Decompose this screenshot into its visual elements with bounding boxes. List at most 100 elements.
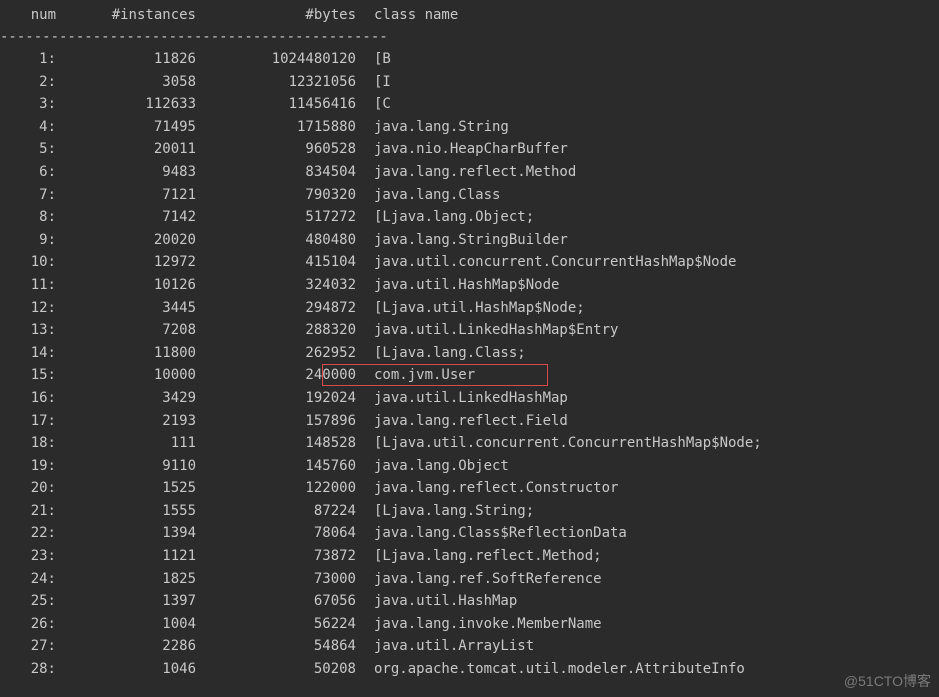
cell-instances: 71495 (56, 116, 196, 139)
cell-instances: 7208 (56, 319, 196, 342)
cell-bytes: 517272 (196, 206, 356, 229)
cell-instances: 111 (56, 432, 196, 455)
cell-num: 20: (0, 477, 56, 500)
table-row: 14:11800262952[Ljava.lang.Class; (0, 342, 939, 365)
cell-classname: [Ljava.util.concurrent.ConcurrentHashMap… (356, 432, 762, 455)
table-row: 1:118261024480120[B (0, 48, 939, 71)
table-row: 10:12972415104java.util.concurrent.Concu… (0, 251, 939, 274)
cell-bytes: 73872 (196, 545, 356, 568)
cell-num: 12: (0, 297, 56, 320)
cell-instances: 2286 (56, 635, 196, 658)
cell-bytes: 960528 (196, 138, 356, 161)
cell-num: 21: (0, 500, 56, 523)
table-row: 2:305812321056[I (0, 71, 939, 94)
cell-bytes: 145760 (196, 455, 356, 478)
cell-bytes: 78064 (196, 522, 356, 545)
cell-instances: 1394 (56, 522, 196, 545)
cell-instances: 3429 (56, 387, 196, 410)
table-row: 17:2193157896java.lang.reflect.Field (0, 410, 939, 433)
cell-instances: 20011 (56, 138, 196, 161)
table-row: 8:7142517272[Ljava.lang.Object; (0, 206, 939, 229)
cell-num: 9: (0, 229, 56, 252)
cell-classname: java.lang.Class$ReflectionData (356, 522, 627, 545)
cell-classname: java.lang.String (356, 116, 509, 139)
cell-num: 1: (0, 48, 56, 71)
table-row: 11:10126324032java.util.HashMap$Node (0, 274, 939, 297)
header-classname: class name (356, 4, 458, 26)
cell-bytes: 480480 (196, 229, 356, 252)
cell-classname: [C (356, 93, 391, 116)
cell-bytes: 834504 (196, 161, 356, 184)
cell-classname: java.util.LinkedHashMap$Entry (356, 319, 618, 342)
cell-num: 6: (0, 161, 56, 184)
cell-bytes: 1024480120 (196, 48, 356, 71)
cell-num: 24: (0, 568, 56, 591)
cell-num: 7: (0, 184, 56, 207)
cell-bytes: 11456416 (196, 93, 356, 116)
cell-bytes: 415104 (196, 251, 356, 274)
watermark: @51CTO博客 (844, 671, 931, 691)
cell-bytes: 294872 (196, 297, 356, 320)
cell-num: 3: (0, 93, 56, 116)
cell-bytes: 790320 (196, 184, 356, 207)
cell-instances: 3445 (56, 297, 196, 320)
cell-classname: [I (356, 71, 391, 94)
table-row: 23:112173872[Ljava.lang.reflect.Method; (0, 545, 939, 568)
table-row: 28:104650208org.apache.tomcat.util.model… (0, 658, 939, 681)
table-row: 6:9483834504java.lang.reflect.Method (0, 161, 939, 184)
cell-classname: java.util.HashMap (356, 590, 517, 613)
cell-num: 28: (0, 658, 56, 681)
cell-bytes: 262952 (196, 342, 356, 365)
cell-instances: 1004 (56, 613, 196, 636)
cell-instances: 7142 (56, 206, 196, 229)
cell-classname: java.lang.StringBuilder (356, 229, 568, 252)
cell-classname: [Ljava.lang.Object; (356, 206, 534, 229)
cell-num: 4: (0, 116, 56, 139)
cell-num: 27: (0, 635, 56, 658)
table-row: 16:3429192024java.util.LinkedHashMap (0, 387, 939, 410)
cell-instances: 1046 (56, 658, 196, 681)
cell-num: 17: (0, 410, 56, 433)
cell-instances: 2193 (56, 410, 196, 433)
cell-classname: java.util.concurrent.ConcurrentHashMap$N… (356, 251, 736, 274)
cell-bytes: 73000 (196, 568, 356, 591)
table-row: 19:9110145760java.lang.Object (0, 455, 939, 478)
cell-bytes: 288320 (196, 319, 356, 342)
cell-num: 16: (0, 387, 56, 410)
cell-instances: 1121 (56, 545, 196, 568)
cell-num: 25: (0, 590, 56, 613)
cell-num: 23: (0, 545, 56, 568)
cell-num: 19: (0, 455, 56, 478)
table-row: 3:11263311456416[C (0, 93, 939, 116)
cell-instances: 11826 (56, 48, 196, 71)
separator: ----------------------------------------… (0, 26, 939, 48)
cell-num: 18: (0, 432, 56, 455)
cell-bytes: 122000 (196, 477, 356, 500)
table-row: 4:714951715880java.lang.String (0, 116, 939, 139)
cell-bytes: 54864 (196, 635, 356, 658)
terminal-output: num#instances#bytesclass name ----------… (0, 0, 939, 681)
cell-bytes: 1715880 (196, 116, 356, 139)
cell-classname: java.lang.reflect.Constructor (356, 477, 618, 500)
cell-classname: [Ljava.util.HashMap$Node; (356, 297, 585, 320)
cell-classname: [Ljava.lang.String; (356, 500, 534, 523)
cell-bytes: 50208 (196, 658, 356, 681)
cell-classname: [Ljava.lang.Class; (356, 342, 526, 365)
cell-classname: java.lang.reflect.Field (356, 410, 568, 433)
table-row: 7:7121790320java.lang.Class (0, 184, 939, 207)
cell-classname: java.util.ArrayList (356, 635, 534, 658)
table-row: 9:20020480480java.lang.StringBuilder (0, 229, 939, 252)
table-row: 18:111148528[Ljava.util.concurrent.Concu… (0, 432, 939, 455)
cell-instances: 10126 (56, 274, 196, 297)
cell-classname: java.nio.HeapCharBuffer (356, 138, 568, 161)
table-row: 26:100456224java.lang.invoke.MemberName (0, 613, 939, 636)
cell-num: 13: (0, 319, 56, 342)
table-row: 22:139478064java.lang.Class$ReflectionDa… (0, 522, 939, 545)
table-row: 15:10000240000com.jvm.User (0, 364, 939, 387)
cell-classname: java.lang.Object (356, 455, 509, 478)
cell-bytes: 87224 (196, 500, 356, 523)
table-row: 21:155587224[Ljava.lang.String; (0, 500, 939, 523)
cell-num: 11: (0, 274, 56, 297)
table-row: 24:182573000java.lang.ref.SoftReference (0, 568, 939, 591)
cell-classname: [Ljava.lang.reflect.Method; (356, 545, 602, 568)
